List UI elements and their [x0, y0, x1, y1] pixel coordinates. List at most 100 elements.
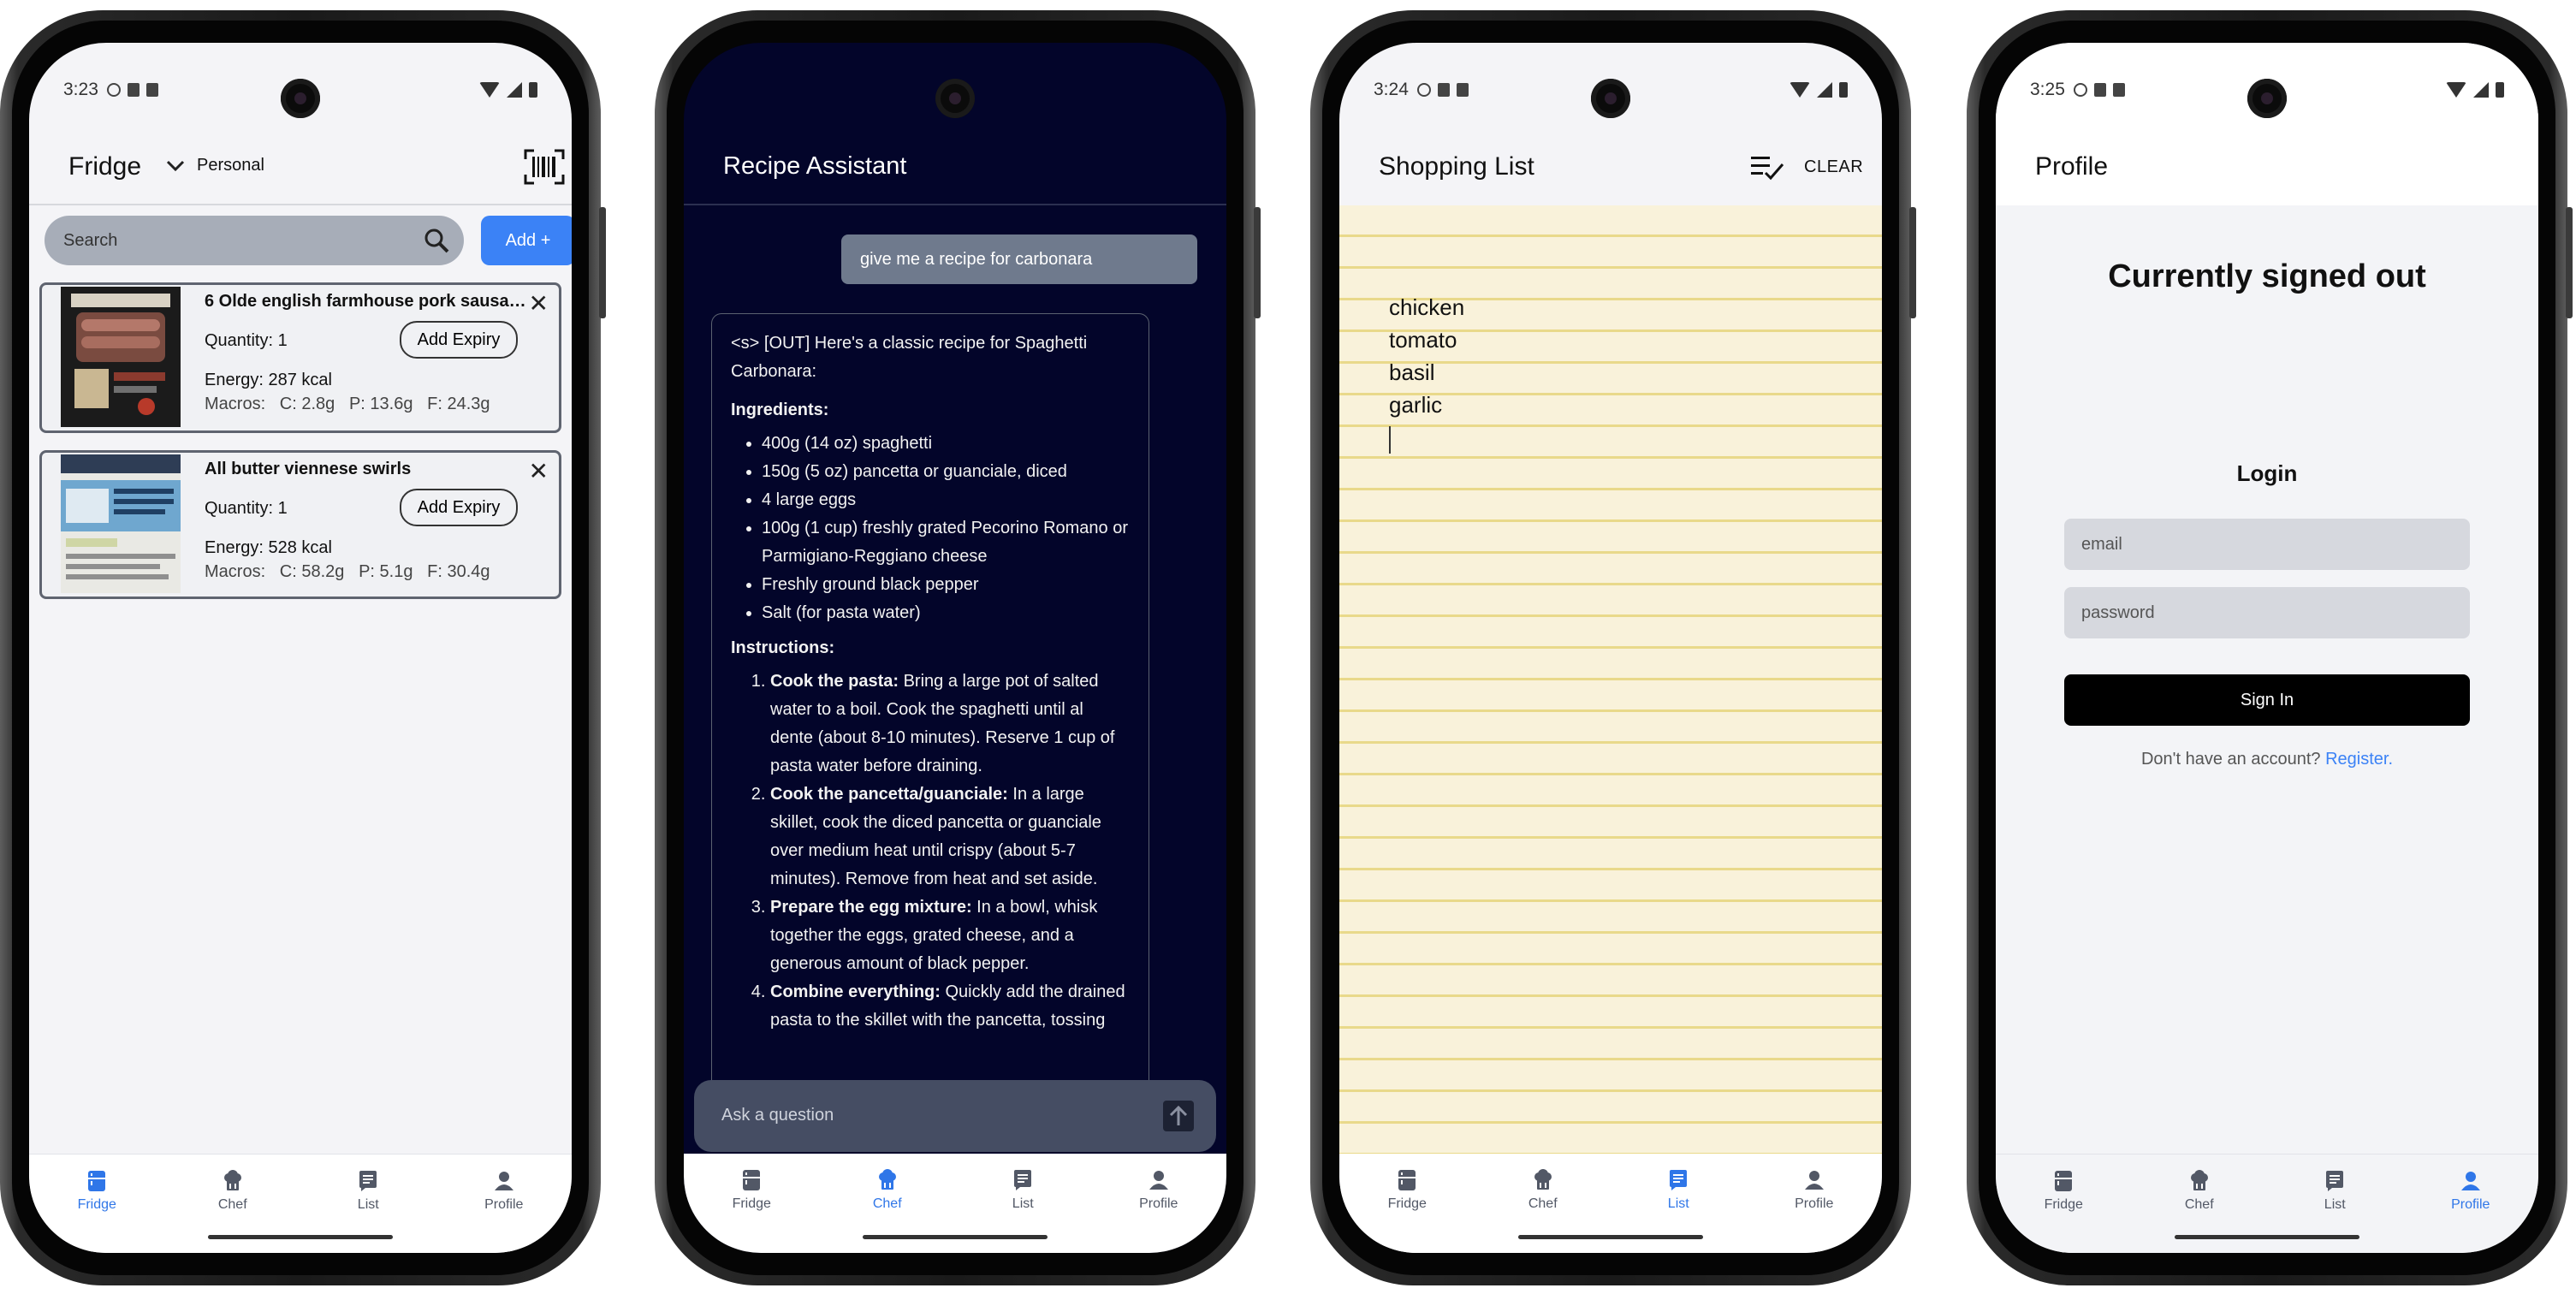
status-a-icon	[1437, 83, 1450, 97]
item-quantity[interactable]: Quantity: 1	[205, 331, 288, 351]
page-title: Recipe Assistant	[723, 152, 907, 180]
status-sim-icon	[2112, 83, 2125, 97]
nav-chef[interactable]: Chef	[1500, 1169, 1586, 1253]
side-button	[1254, 207, 1261, 318]
checklist-icon[interactable]	[1750, 154, 1784, 181]
nav-fridge-label: Fridge	[77, 1197, 116, 1212]
assistant-message-bubble: <s> [OUT] Here's a classic recipe for Sp…	[711, 313, 1149, 1087]
list-item: chicken	[1389, 294, 1465, 320]
side-button	[1909, 207, 1916, 318]
status-shield-icon	[2073, 83, 2087, 97]
header-divider	[29, 204, 572, 205]
nav-fridge[interactable]: Fridge	[2021, 1170, 2106, 1253]
wifi-icon	[479, 82, 500, 98]
signal-icon	[1817, 82, 1832, 98]
header-divider	[684, 204, 1226, 205]
nav-profile[interactable]: Profile	[1116, 1169, 1202, 1253]
signed-out-heading: Currently signed out	[2108, 258, 2426, 294]
register-link[interactable]: Register.	[2325, 750, 2393, 769]
register-prompt: Don't have an account?	[2140, 750, 2321, 769]
add-expiry-button[interactable]: Add Expiry	[400, 489, 518, 526]
item-name: All butter viennese swirls	[205, 460, 412, 478]
nav-fridge-label: Fridge	[2044, 1197, 2083, 1212]
barcode-scan-icon[interactable]	[524, 149, 565, 185]
ingredients-list: 400g (14 oz) spaghetti 150g (5 oz) pance…	[731, 430, 1130, 627]
fridge-item-card[interactable]: All butter viennese swirls ✕ Quantity: 1…	[39, 450, 561, 599]
side-button	[2566, 207, 2573, 318]
nav-chef[interactable]: Chef	[2157, 1170, 2242, 1253]
item-quantity[interactable]: Quantity: 1	[205, 499, 288, 519]
clear-button[interactable]: CLEAR	[1804, 157, 1863, 177]
status-shield-icon	[106, 83, 121, 97]
battery-icon	[1839, 82, 1848, 98]
person-icon	[1149, 1171, 1168, 1190]
sign-in-button[interactable]: Sign In	[2064, 674, 2470, 726]
battery-icon	[2496, 82, 2504, 98]
home-indicator[interactable]	[863, 1235, 1048, 1239]
add-expiry-button[interactable]: Add Expiry	[400, 321, 518, 359]
front-camera	[2247, 79, 2287, 118]
shopping-list-text[interactable]: chicken tomato basil garlic	[1389, 291, 1464, 421]
item-macros: Macros: C: 58.2g P: 5.1g F: 30.4g	[205, 562, 490, 581]
step-title: Cook the pancetta/guanciale:	[770, 785, 1008, 804]
person-icon	[2460, 1172, 2480, 1190]
phone-bezel: 3:24 Shopping List CLEAR chicken tomato …	[1322, 21, 1899, 1275]
fridge-selector[interactable]: Personal	[166, 156, 264, 175]
nav-list-label: List	[2324, 1197, 2346, 1212]
search-icon[interactable]	[423, 227, 450, 254]
list-screen: 3:24 Shopping List CLEAR chicken tomato …	[1339, 43, 1882, 1253]
nav-chef[interactable]: Chef	[190, 1170, 276, 1253]
item-image-sausages	[61, 287, 181, 427]
fridge-icon	[1398, 1170, 1416, 1190]
status-sim-icon	[145, 83, 158, 97]
home-indicator[interactable]	[1518, 1235, 1703, 1239]
email-placeholder: email	[2081, 534, 2122, 554]
nav-list-label: List	[357, 1197, 379, 1212]
front-camera	[1591, 79, 1630, 118]
email-field[interactable]: email	[2064, 519, 2470, 570]
search-placeholder: Search	[63, 230, 118, 250]
password-field[interactable]: password	[2064, 587, 2470, 638]
nav-profile[interactable]: Profile	[2428, 1170, 2514, 1253]
chef-screen: Recipe Assistant give me a recipe for ca…	[684, 43, 1226, 1253]
user-message-bubble: give me a recipe for carbonara	[841, 234, 1197, 284]
nav-chef-label: Chef	[2184, 1197, 2214, 1212]
person-icon	[1804, 1171, 1824, 1190]
instruction-step: Cook the pasta: Bring a large pot of sal…	[770, 668, 1130, 781]
remove-item-close-icon[interactable]: ✕	[529, 460, 549, 484]
nav-list[interactable]: List	[325, 1170, 411, 1253]
instructions-heading: Instructions:	[731, 638, 835, 657]
nav-profile[interactable]: Profile	[1772, 1169, 1857, 1253]
item-energy: Energy: 287 kcal	[205, 371, 332, 389]
fridge-item-card[interactable]: 6 Olde english farmhouse pork sausag... …	[39, 282, 561, 433]
nav-fridge[interactable]: Fridge	[54, 1170, 139, 1253]
nav-profile-label: Profile	[2451, 1197, 2490, 1212]
home-indicator[interactable]	[2175, 1235, 2359, 1239]
nav-chef-label: Chef	[217, 1197, 247, 1212]
nav-chef[interactable]: Chef	[845, 1169, 930, 1253]
page-title: Shopping List	[1379, 152, 1534, 181]
home-indicator[interactable]	[208, 1235, 393, 1239]
status-time: 3:23	[63, 80, 98, 99]
ingredient-item: 150g (5 oz) pancetta or guanciale, diced	[762, 458, 1130, 486]
nav-profile[interactable]: Profile	[461, 1170, 547, 1253]
ask-question-input[interactable]: Ask a question	[694, 1080, 1216, 1152]
wifi-icon	[1790, 82, 1810, 98]
step-title: Prepare the egg mixture:	[770, 898, 972, 917]
send-arrow-up-icon[interactable]	[1163, 1101, 1194, 1131]
fridge-icon	[88, 1171, 106, 1191]
instruction-step: Cook the pancetta/guanciale: In a large …	[770, 781, 1130, 893]
remove-item-close-icon[interactable]: ✕	[529, 292, 549, 316]
item-image-viennese-swirls	[61, 454, 181, 593]
nav-list[interactable]: List	[980, 1169, 1065, 1253]
nav-fridge[interactable]: Fridge	[1364, 1169, 1450, 1253]
search-input[interactable]: Search	[45, 216, 464, 265]
chef-hat-icon	[223, 1170, 241, 1190]
add-item-button[interactable]: Add +	[481, 216, 572, 265]
page-title: Profile	[2035, 152, 2109, 181]
list-item: basil	[1389, 359, 1435, 385]
nav-fridge[interactable]: Fridge	[709, 1169, 794, 1253]
ingredients-heading: Ingredients:	[731, 401, 829, 419]
nav-list[interactable]: List	[2292, 1170, 2377, 1253]
nav-list[interactable]: List	[1635, 1169, 1721, 1253]
